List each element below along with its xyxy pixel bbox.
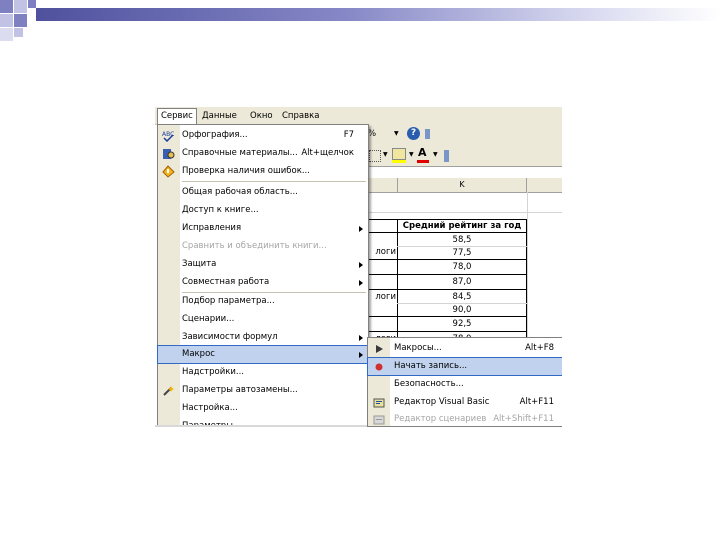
table-border — [367, 316, 527, 317]
table-cell[interactable]: 84,5 — [398, 291, 526, 303]
menu-item-goal-seek[interactable]: Подбор параметра... — [158, 293, 368, 310]
font-color-icon[interactable]: A — [418, 146, 427, 159]
grid-line — [367, 212, 562, 213]
deco-square — [0, 14, 13, 27]
table-header-cell[interactable]: Средний рейтинг за год — [398, 220, 526, 232]
error-check-icon — [162, 165, 175, 178]
submenu-arrow-icon — [359, 262, 363, 268]
fill-dropdown-icon[interactable]: ▼ — [409, 151, 414, 158]
toolbar-options-icon[interactable] — [444, 150, 449, 162]
deco-square — [14, 0, 27, 13]
submenu-arrow-icon — [359, 352, 363, 358]
deco-square — [14, 14, 27, 27]
fill-color-icon[interactable] — [392, 148, 406, 160]
fill-color-swatch — [392, 160, 406, 163]
menu-data[interactable]: Данные — [202, 110, 237, 122]
toolbar-options-icon[interactable] — [425, 129, 430, 139]
submenu-item-macros[interactable]: Макросы... Alt+F8 — [368, 340, 562, 357]
submenu-item-vb-editor[interactable]: Редактор Visual Basic Alt+F11 — [368, 394, 562, 411]
service-menu: ABC Орфография... F7 Справочные материал… — [157, 124, 369, 427]
deco-gradient-bar — [36, 8, 720, 21]
table-border — [367, 289, 527, 290]
menu-item-protection[interactable]: Защита — [158, 256, 368, 273]
menu-item-share-workbook[interactable]: Доступ к книге... — [158, 202, 368, 219]
menu-service[interactable]: Сервис — [157, 108, 197, 125]
submenu-arrow-icon — [359, 335, 363, 341]
table-border — [367, 232, 527, 233]
menu-item-addins[interactable]: Надстройки... — [158, 364, 368, 381]
autocorrect-icon — [162, 384, 175, 397]
zoom-dropdown-icon[interactable]: ▼ — [394, 130, 399, 137]
table-border — [367, 274, 527, 275]
script-editor-icon — [373, 414, 385, 426]
menu-item-shared-workspace[interactable]: Общая рабочая область... — [158, 184, 368, 201]
column-header-k[interactable]: K — [398, 178, 527, 193]
menu-help[interactable]: Справка — [282, 110, 319, 122]
excel-screenshot: Сервис Данные Окно Справка % ▼ ? ▼ ▼ A ▼… — [155, 107, 562, 427]
menu-item-scenarios[interactable]: Сценарии... — [158, 311, 368, 328]
menu-item-collaboration[interactable]: Совместная работа — [158, 274, 368, 291]
table-cell[interactable]: 58,5 — [398, 234, 526, 246]
table-cell-partial[interactable]: логи — [367, 291, 396, 303]
menu-separator — [182, 181, 366, 182]
submenu-arrow-icon — [359, 226, 363, 232]
table-cell[interactable]: 92,5 — [398, 318, 526, 330]
table-cell[interactable]: 78,0 — [398, 261, 526, 273]
menu-item-spelling[interactable]: ABC Орфография... F7 — [158, 127, 368, 144]
submenu-item-security[interactable]: Безопасность... — [368, 376, 562, 393]
deco-square — [0, 28, 13, 41]
deco-square — [28, 0, 36, 8]
font-color-swatch — [417, 160, 429, 163]
menu-item-formula-auditing[interactable]: Зависимости формул — [158, 329, 368, 346]
menu-item-customize[interactable]: Настройка... — [158, 400, 368, 417]
submenu-item-script-editor: Редактор сценариев Alt+Shift+F11 — [368, 411, 562, 427]
deco-square — [0, 0, 13, 13]
submenu-item-start-recording[interactable]: Начать запись... — [367, 357, 562, 376]
column-header[interactable] — [367, 178, 398, 193]
formatting-toolbar: ▼ ▼ A ▼ — [367, 145, 562, 167]
table-cell-partial[interactable]: логи — [367, 246, 396, 258]
status-strip — [155, 425, 367, 427]
record-icon — [373, 361, 385, 373]
table-border — [367, 259, 527, 260]
research-icon — [162, 147, 175, 160]
submenu-arrow-icon — [359, 280, 363, 286]
menu-item-error-check[interactable]: Проверка наличия ошибок... — [158, 163, 368, 180]
standard-toolbar: % ▼ ? — [367, 124, 562, 145]
menu-window[interactable]: Окно — [250, 110, 273, 122]
zoom-box[interactable]: % — [368, 129, 376, 139]
menu-item-autocorrect[interactable]: Параметры автозамены... — [158, 382, 368, 399]
vb-editor-icon — [373, 397, 385, 409]
menu-item-macro[interactable]: Макрос — [157, 345, 369, 364]
spellcheck-icon: ABC — [162, 129, 175, 143]
deco-square — [14, 28, 23, 37]
table-border — [367, 331, 527, 332]
menu-item-research[interactable]: Справочные материалы... Alt+щелчок — [158, 145, 368, 162]
borders-dropdown-icon[interactable]: ▼ — [383, 151, 388, 158]
font-color-dropdown-icon[interactable]: ▼ — [433, 151, 438, 158]
menu-item-compare-merge: Сравнить и объединить книги... — [182, 241, 327, 251]
play-icon — [373, 343, 385, 355]
menu-bar: Сервис Данные Окно Справка — [155, 107, 562, 125]
table-cell[interactable]: 77,5 — [398, 247, 526, 259]
borders-icon[interactable] — [369, 150, 381, 162]
column-header[interactable] — [527, 178, 562, 193]
macro-submenu: Макросы... Alt+F8 Начать запись... Безоп… — [367, 337, 562, 427]
help-icon[interactable]: ? — [407, 127, 420, 140]
menu-item-track-changes[interactable]: Исправления — [158, 220, 368, 237]
table-cell[interactable]: 87,0 — [398, 276, 526, 288]
table-cell[interactable]: 90,0 — [398, 304, 526, 316]
